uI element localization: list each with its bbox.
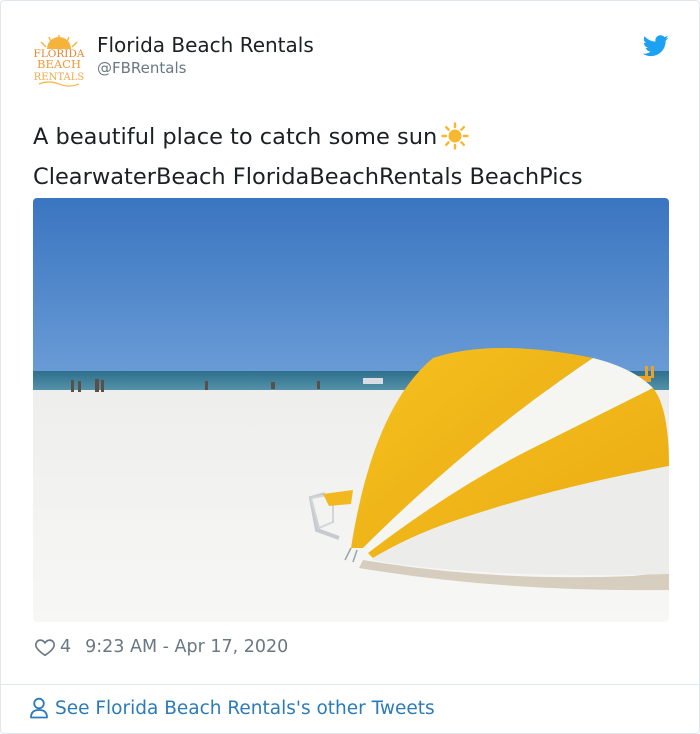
logo-word-rentals: RENTALS — [34, 72, 85, 83]
logo-word-beach: BEACH — [37, 57, 81, 71]
author-handle[interactable]: @FBRentals — [97, 59, 186, 77]
tweet-timestamp[interactable]: 9:23 AM - Apr 17, 2020 — [85, 637, 288, 657]
heart-icon[interactable] — [34, 636, 56, 658]
author-name[interactable]: Florida Beach Rentals — [97, 33, 314, 57]
tweet-text-line: A beautiful place to catch some sun — [33, 120, 673, 160]
see-other-tweets-link[interactable]: See Florida Beach Rentals's other Tweets — [29, 697, 435, 719]
tweet-text-sentence: A beautiful place to catch some sun — [33, 124, 438, 150]
like-count[interactable]: 4 — [60, 637, 71, 657]
tweet-photo[interactable] — [33, 198, 669, 622]
beach-tent-photo — [33, 198, 669, 622]
author-avatar[interactable]: FLORIDA BEACH RENTALS — [31, 33, 87, 89]
sun-icon — [441, 122, 469, 160]
tweet-meta: 4 9:23 AM - Apr 17, 2020 — [34, 634, 288, 660]
tweet-text: A beautiful place to catch some sun Clea… — [33, 120, 673, 194]
florida-beach-rentals-logo: FLORIDA BEACH RENTALS — [34, 35, 85, 87]
divider — [1, 684, 699, 685]
see-other-tweets-label: See Florida Beach Rentals's other Tweets — [55, 697, 435, 719]
tweet-card: FLORIDA BEACH RENTALS Florida Beach Rent… — [0, 0, 700, 734]
tweet-hashtags[interactable]: ClearwaterBeach FloridaBeachRentals Beac… — [33, 160, 673, 194]
person-icon — [29, 697, 49, 719]
twitter-bird-icon[interactable] — [642, 35, 669, 57]
